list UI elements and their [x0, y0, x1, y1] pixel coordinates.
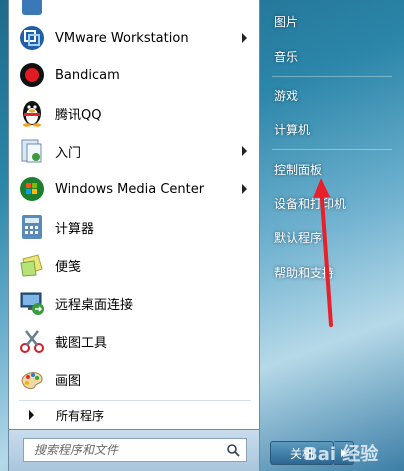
menu-separator [272, 149, 392, 150]
menu-separator [272, 76, 392, 77]
program-item-partial[interactable] [13, 0, 257, 22]
program-label: Windows Media Center [55, 181, 205, 197]
program-label: 计算器 [55, 221, 95, 237]
program-label: 便笺 [55, 259, 82, 275]
program-label: 截图工具 [55, 335, 108, 351]
right-item-devices-printers[interactable]: 设备和打印机 [268, 191, 396, 215]
program-item-qq[interactable]: 腾讯QQ [13, 96, 257, 130]
right-item-control-panel[interactable]: 控制面板 [268, 157, 396, 181]
program-item-paint[interactable]: 画图 [13, 362, 257, 396]
media-center-icon [17, 174, 47, 204]
program-label: 远程桌面连接 [55, 297, 134, 313]
right-item-games[interactable]: 游戏 [268, 83, 396, 107]
places-pane: 图片 音乐 游戏 计算机 控制面板 设备和打印机 默认程序 帮助和支持 关机 [260, 0, 404, 471]
program-label: 入门 [55, 145, 82, 161]
shutdown-options-button[interactable] [334, 441, 354, 465]
program-icon [17, 0, 47, 20]
all-programs-arrow-icon [29, 410, 34, 420]
program-item-media-center[interactable]: Windows Media Center [13, 172, 257, 206]
submenu-arrow-icon[interactable] [242, 146, 247, 156]
vmware-icon [17, 23, 47, 53]
program-item-remote-desktop[interactable]: 远程桌面连接 [13, 286, 257, 320]
right-item-music[interactable]: 音乐 [268, 44, 396, 68]
right-item-default-programs[interactable]: 默认程序 [268, 225, 396, 249]
submenu-arrow-icon[interactable] [242, 33, 247, 43]
program-item-vmware[interactable]: VMware Workstation [13, 21, 257, 55]
sticky-notes-icon [17, 250, 47, 280]
program-label: 画图 [55, 373, 82, 389]
search-input[interactable] [32, 442, 216, 458]
bandicam-icon [17, 60, 47, 90]
search-box[interactable] [23, 438, 247, 462]
remote-desktop-icon [17, 288, 47, 318]
submenu-arrow-icon[interactable] [242, 184, 247, 194]
program-label: 腾讯QQ [55, 107, 102, 123]
program-item-getting-started[interactable]: 入门 [13, 134, 257, 168]
right-item-help-support[interactable]: 帮助和支持 [268, 260, 396, 284]
chevron-right-icon [341, 449, 346, 457]
right-item-computer[interactable]: 计算机 [268, 117, 396, 141]
pinned-program-list: VMware Workstation Bandicam 腾讯QQ 入门 Wind… [9, 0, 259, 396]
program-label: VMware Workstation [55, 30, 189, 46]
qq-penguin-icon [17, 98, 47, 128]
program-label: Bandicam [55, 67, 120, 83]
start-menu: VMware Workstation Bandicam 腾讯QQ 入门 Wind… [0, 0, 404, 471]
shutdown-button[interactable]: 关机 [270, 441, 334, 465]
search-area [8, 430, 260, 471]
paint-icon [17, 364, 47, 394]
all-programs-button[interactable]: 所有程序 [23, 404, 253, 426]
program-item-bandicam[interactable]: Bandicam [13, 58, 257, 92]
program-item-calculator[interactable]: 计算器 [13, 210, 257, 244]
getting-started-icon [17, 136, 47, 166]
programs-pane: VMware Workstation Bandicam 腾讯QQ 入门 Wind… [8, 0, 260, 430]
program-item-sticky-notes[interactable]: 便笺 [13, 248, 257, 282]
snipping-tool-icon [17, 326, 47, 356]
all-programs-label: 所有程序 [56, 408, 105, 423]
right-item-pictures[interactable]: 图片 [268, 9, 396, 33]
menu-separator [19, 400, 251, 401]
program-item-snipping-tool[interactable]: 截图工具 [13, 324, 257, 358]
calculator-icon [17, 212, 47, 242]
search-icon[interactable] [226, 443, 240, 457]
